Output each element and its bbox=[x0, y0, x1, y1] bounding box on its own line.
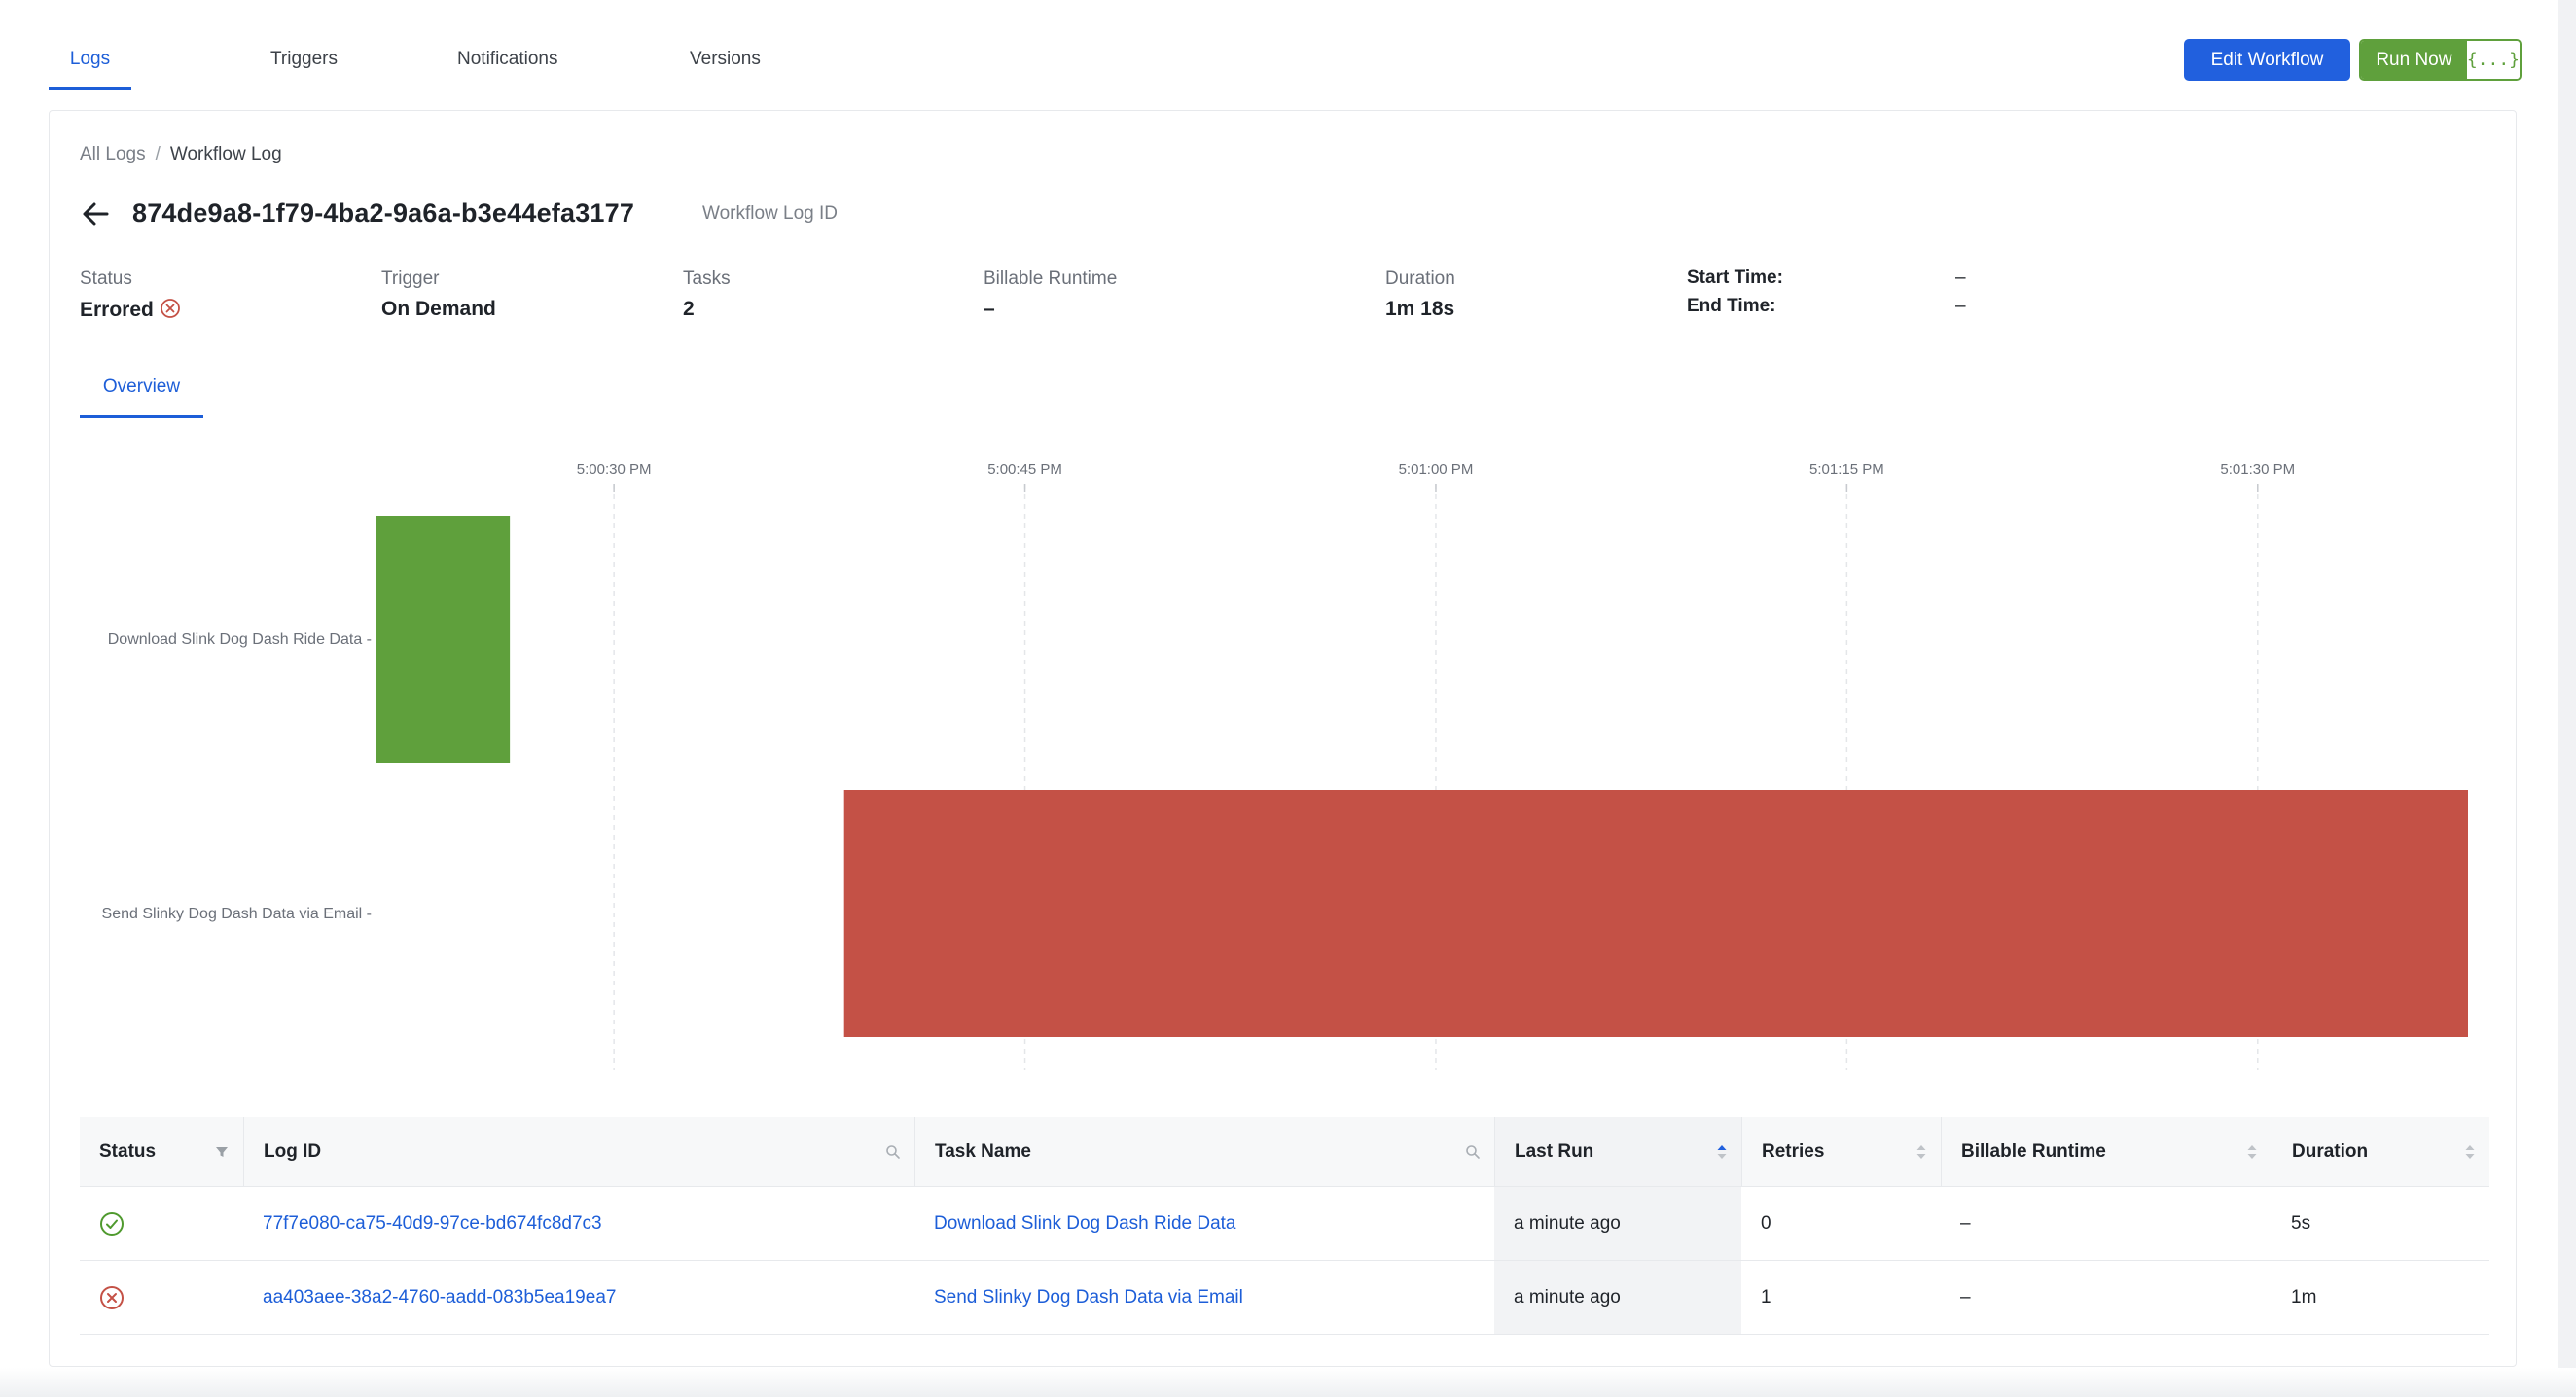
billable-runtime-value: – bbox=[984, 298, 995, 320]
column-header-task-name: Task Name bbox=[914, 1117, 1494, 1186]
row-retries: 1 bbox=[1761, 1286, 1771, 1307]
table-row: aa403aee-38a2-4760-aadd-083b5ea19ea7 Sen… bbox=[80, 1261, 2489, 1335]
sort-icon[interactable] bbox=[2246, 1143, 2258, 1161]
window-bottom-shadow bbox=[0, 1368, 2576, 1397]
table-header: Status Log ID Task Name Last Run Retries… bbox=[80, 1117, 2489, 1187]
trigger-value: On Demand bbox=[381, 298, 496, 320]
row-last-run: a minute ago bbox=[1494, 1187, 1741, 1260]
status-value: Errored bbox=[80, 298, 181, 322]
breadcrumb-separator: / bbox=[155, 144, 161, 164]
start-time-label: Start Time: bbox=[1687, 268, 1783, 288]
billable-runtime-label: Billable Runtime bbox=[984, 269, 1118, 289]
column-header-duration[interactable]: Duration bbox=[2272, 1117, 2489, 1186]
x-tick-label: 5:01:00 PM bbox=[1399, 461, 1474, 478]
x-tick-label: 5:00:45 PM bbox=[987, 461, 1062, 478]
tab-triggers[interactable]: Triggers bbox=[270, 37, 338, 90]
end-time-value: – bbox=[1955, 296, 1966, 316]
row-last-run: a minute ago bbox=[1494, 1261, 1741, 1334]
task-timeline-chart: 5:00:30 PM 5:00:45 PM 5:01:00 PM 5:01:15 PM… bbox=[102, 461, 2468, 1070]
task-name-link[interactable]: Download Slink Dog Dash Ride Data bbox=[934, 1213, 1236, 1235]
sort-icon[interactable] bbox=[1915, 1143, 1927, 1161]
column-header-task-name-label: Task Name bbox=[935, 1140, 1031, 1162]
window-edge bbox=[2558, 0, 2576, 1397]
column-header-last-run-label: Last Run bbox=[1515, 1140, 1594, 1162]
tab-overview[interactable]: Overview bbox=[80, 370, 203, 418]
error-circle-icon bbox=[100, 1285, 124, 1309]
task-bar bbox=[376, 516, 511, 763]
x-tick-label: 5:01:30 PM bbox=[2220, 461, 2295, 478]
y-category-label: Download Slink Dog Dash Ride Data - bbox=[108, 631, 372, 648]
row-log-id: aa403aee-38a2-4760-aadd-083b5ea19ea7 bbox=[243, 1261, 914, 1334]
column-header-status: Status bbox=[80, 1117, 243, 1186]
status-text: Errored bbox=[80, 299, 154, 321]
search-icon[interactable] bbox=[885, 1144, 901, 1160]
row-retries: 0 bbox=[1761, 1212, 1771, 1234]
status-label: Status bbox=[80, 269, 132, 289]
end-time-label: End Time: bbox=[1687, 296, 1776, 316]
run-now-button[interactable]: Run Now bbox=[2361, 41, 2467, 79]
column-header-status-label: Status bbox=[99, 1140, 157, 1162]
tab-logs[interactable]: Logs bbox=[49, 37, 131, 90]
breadcrumb: All Logs / Workflow Log bbox=[80, 144, 282, 165]
page-title: 874de9a8-1f79-4ba2-9a6a-b3e44efa3177 bbox=[132, 198, 635, 228]
column-header-billable-runtime-label: Billable Runtime bbox=[1961, 1140, 2106, 1162]
tasks-value: 2 bbox=[683, 298, 695, 320]
row-task-name: Download Slink Dog Dash Ride Data bbox=[914, 1187, 1494, 1260]
row-status-cell bbox=[80, 1261, 243, 1334]
page-title-caption: Workflow Log ID bbox=[702, 203, 839, 224]
row-status-cell bbox=[80, 1187, 243, 1260]
column-header-log-id-label: Log ID bbox=[264, 1140, 322, 1162]
row-billable-runtime: – bbox=[1960, 1286, 1971, 1307]
filter-icon[interactable] bbox=[214, 1144, 230, 1160]
duration-label: Duration bbox=[1385, 269, 1455, 289]
success-check-icon bbox=[100, 1211, 124, 1236]
column-header-retries-label: Retries bbox=[1762, 1140, 1825, 1162]
run-now-button-group: Run Now {...} bbox=[2359, 39, 2522, 81]
row-duration: 1m bbox=[2291, 1286, 2317, 1307]
row-billable-runtime: – bbox=[1960, 1212, 1971, 1234]
task-logs-table: Status Log ID Task Name Last Run Retries… bbox=[80, 1117, 2489, 1335]
column-header-duration-label: Duration bbox=[2292, 1140, 2369, 1162]
row-duration: 5s bbox=[2291, 1212, 2311, 1234]
column-header-retries[interactable]: Retries bbox=[1741, 1117, 1941, 1186]
tab-versions[interactable]: Versions bbox=[690, 37, 761, 90]
log-id-link[interactable]: aa403aee-38a2-4760-aadd-083b5ea19ea7 bbox=[263, 1287, 616, 1308]
y-category-label: Send Slinky Dog Dash Data via Email - bbox=[102, 906, 372, 922]
column-header-last-run[interactable]: Last Run bbox=[1494, 1117, 1741, 1186]
log-id-link[interactable]: 77f7e080-ca75-40d9-97ce-bd674fc8d7c3 bbox=[263, 1213, 602, 1235]
start-time-value: – bbox=[1955, 268, 1966, 288]
sort-ascending-icon[interactable] bbox=[1716, 1143, 1728, 1161]
duration-value: 1m 18s bbox=[1385, 298, 1455, 320]
breadcrumb-all-logs[interactable]: All Logs bbox=[80, 144, 146, 164]
sort-icon[interactable] bbox=[2464, 1143, 2476, 1161]
task-bar bbox=[843, 790, 2468, 1037]
table-row: 77f7e080-ca75-40d9-97ce-bd674fc8d7c3 Dow… bbox=[80, 1187, 2489, 1261]
tab-notifications[interactable]: Notifications bbox=[457, 37, 558, 90]
breadcrumb-current: Workflow Log bbox=[169, 144, 282, 164]
x-tick-label: 5:00:30 PM bbox=[577, 461, 652, 478]
back-arrow-icon[interactable] bbox=[80, 198, 111, 230]
row-task-name: Send Slinky Dog Dash Data via Email bbox=[914, 1261, 1494, 1334]
column-header-billable-runtime[interactable]: Billable Runtime bbox=[1941, 1117, 2272, 1186]
column-header-log-id: Log ID bbox=[243, 1117, 914, 1186]
task-name-link[interactable]: Send Slinky Dog Dash Data via Email bbox=[934, 1287, 1243, 1308]
error-circle-icon bbox=[160, 299, 180, 318]
search-icon[interactable] bbox=[1465, 1144, 1481, 1160]
trigger-label: Trigger bbox=[381, 269, 440, 289]
x-tick-label: 5:01:15 PM bbox=[1809, 461, 1884, 478]
edit-workflow-button[interactable]: Edit Workflow bbox=[2184, 39, 2350, 81]
tasks-label: Tasks bbox=[683, 269, 731, 289]
run-with-json-button[interactable]: {...} bbox=[2466, 41, 2520, 79]
row-log-id: 77f7e080-ca75-40d9-97ce-bd674fc8d7c3 bbox=[243, 1187, 914, 1260]
